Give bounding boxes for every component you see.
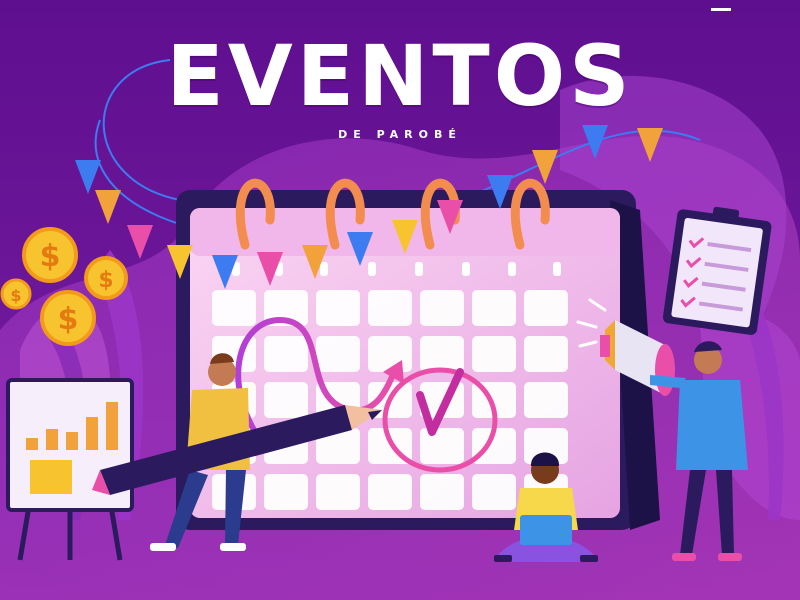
coin-icon: $ [40,290,96,346]
svg-text:$: $ [10,286,21,305]
coin-icon: $ [22,227,78,283]
calendar-day-cell [316,336,360,372]
calendar-day-cell [420,336,464,372]
calendar-day-cell [264,336,308,372]
calendar-day-cell [524,382,568,418]
calendar-day-cell [264,382,308,418]
chart-board-bar [106,402,118,450]
chart-board-bar [86,417,98,450]
calendar-day-cell [472,336,516,372]
calendar-day-cell [264,474,308,510]
svg-text:$: $ [58,302,79,337]
chart-board-bar [26,438,38,450]
chart-board-bar [46,429,58,450]
calendar-day-cell [316,474,360,510]
calendar-day-cell [368,290,412,326]
page-title: EVENTOS [166,27,634,125]
chart-board-bar [66,432,78,450]
coin-icon: $ [0,278,32,310]
top-dash [711,8,731,11]
calendar [176,178,660,530]
calendar-day-cell [524,336,568,372]
svg-text:$: $ [98,268,113,293]
calendar-day-cell [472,474,516,510]
calendar-day-cell [472,290,516,326]
calendar-day-cell [524,290,568,326]
svg-text:$: $ [40,239,61,274]
calendar-day-cell [420,428,464,464]
calendar-day-cell [368,336,412,372]
calendar-day-cell [420,290,464,326]
page-subtitle: DE PAROBÉ [338,128,462,141]
coin-icon: $ [84,256,128,300]
clipboard-icon [662,206,772,335]
calendar-day-cell [212,290,256,326]
calendar-day-cell [316,290,360,326]
calendar-day-cell [420,474,464,510]
calendar-day-cell [368,474,412,510]
